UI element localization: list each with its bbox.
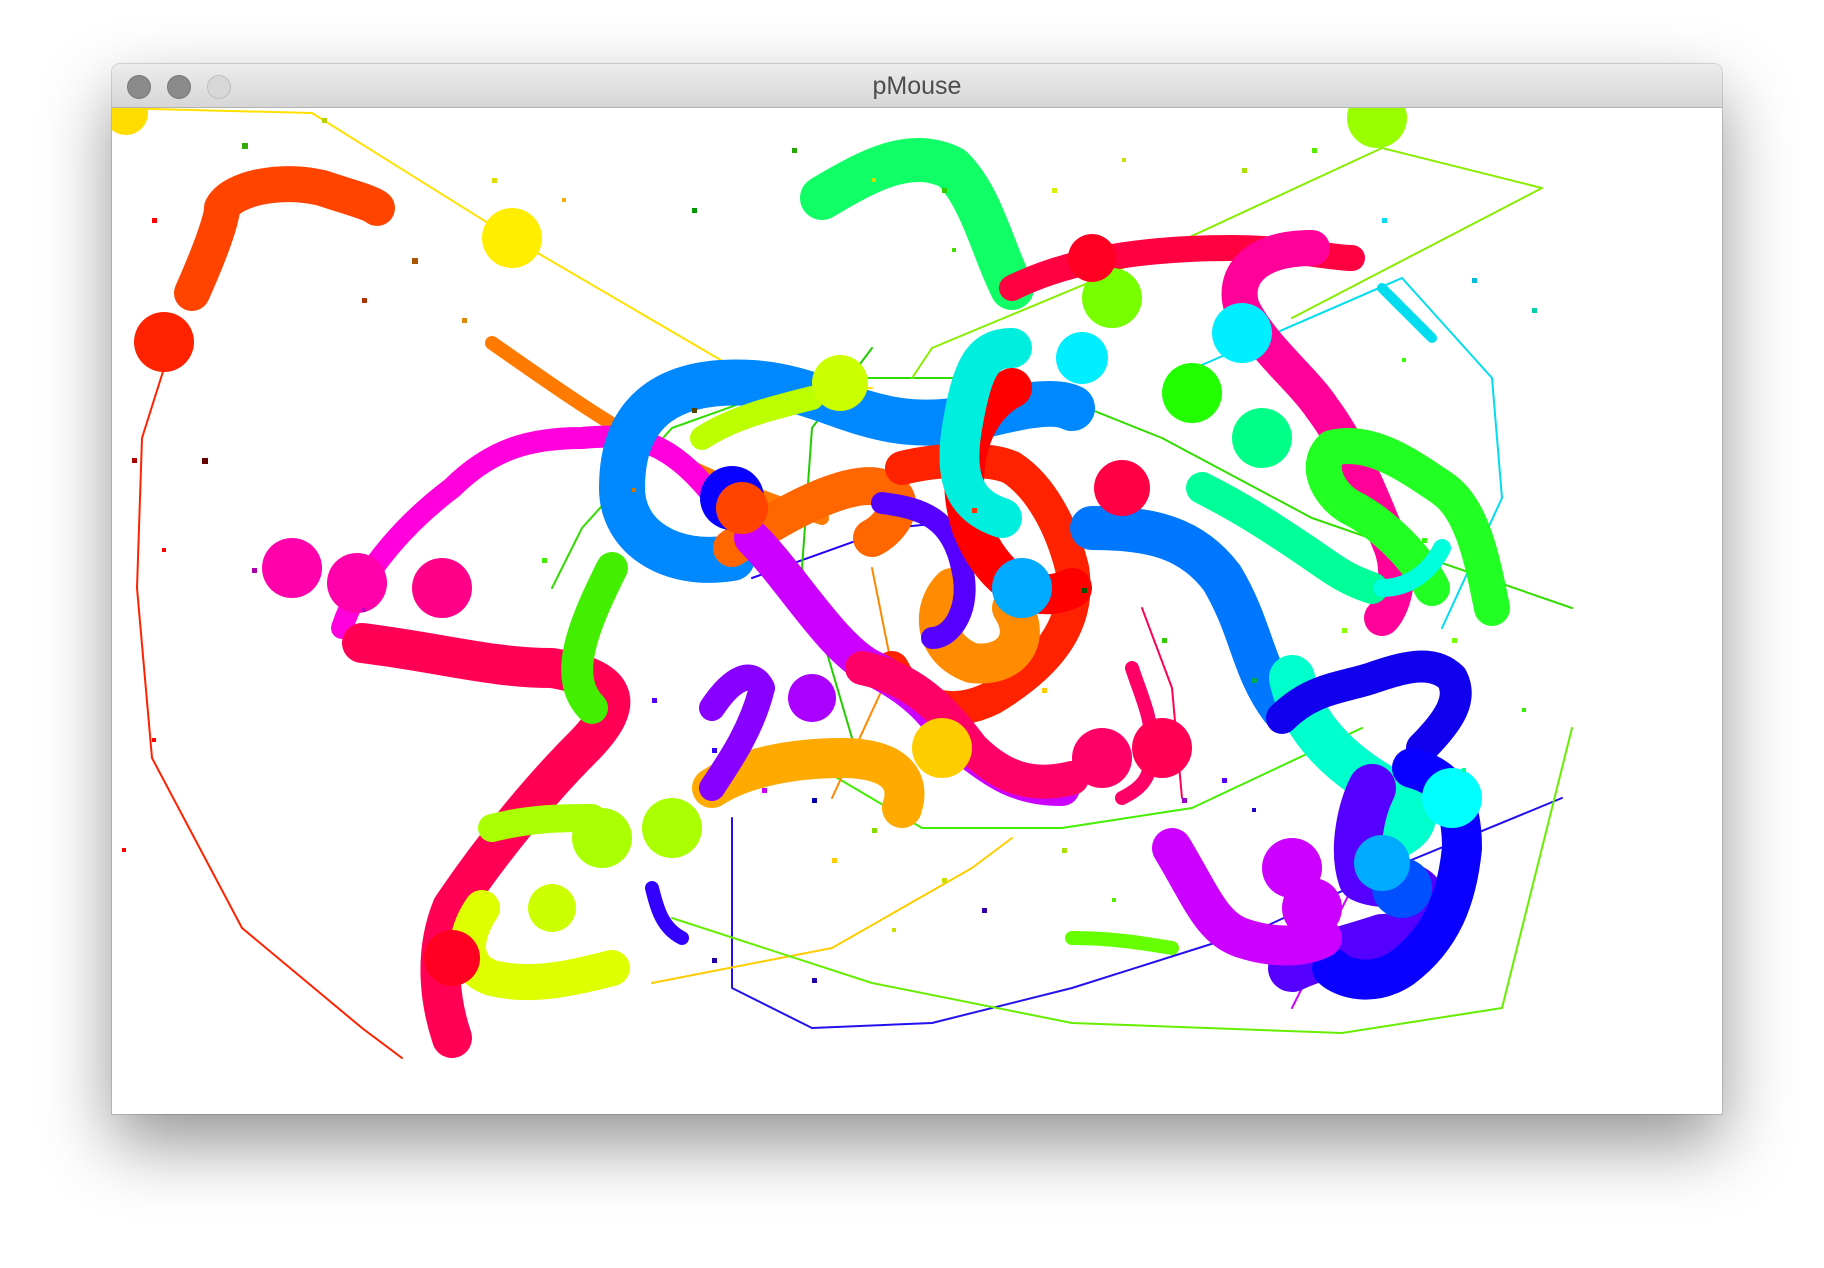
thin-line-red [136,342,403,1059]
stroke-green-top [800,138,1034,310]
stroke-blue-small [645,881,689,945]
window-title: pMouse [872,72,962,100]
title-bar[interactable]: pMouse [112,64,1722,108]
stroke-cyan-right-tail [1377,283,1437,343]
app-window: pMouse [112,64,1722,1114]
stroke-green-bottom [1065,931,1179,955]
drawing-canvas[interactable] [112,108,1722,1114]
stroke-red-orange-topleft [174,166,395,311]
